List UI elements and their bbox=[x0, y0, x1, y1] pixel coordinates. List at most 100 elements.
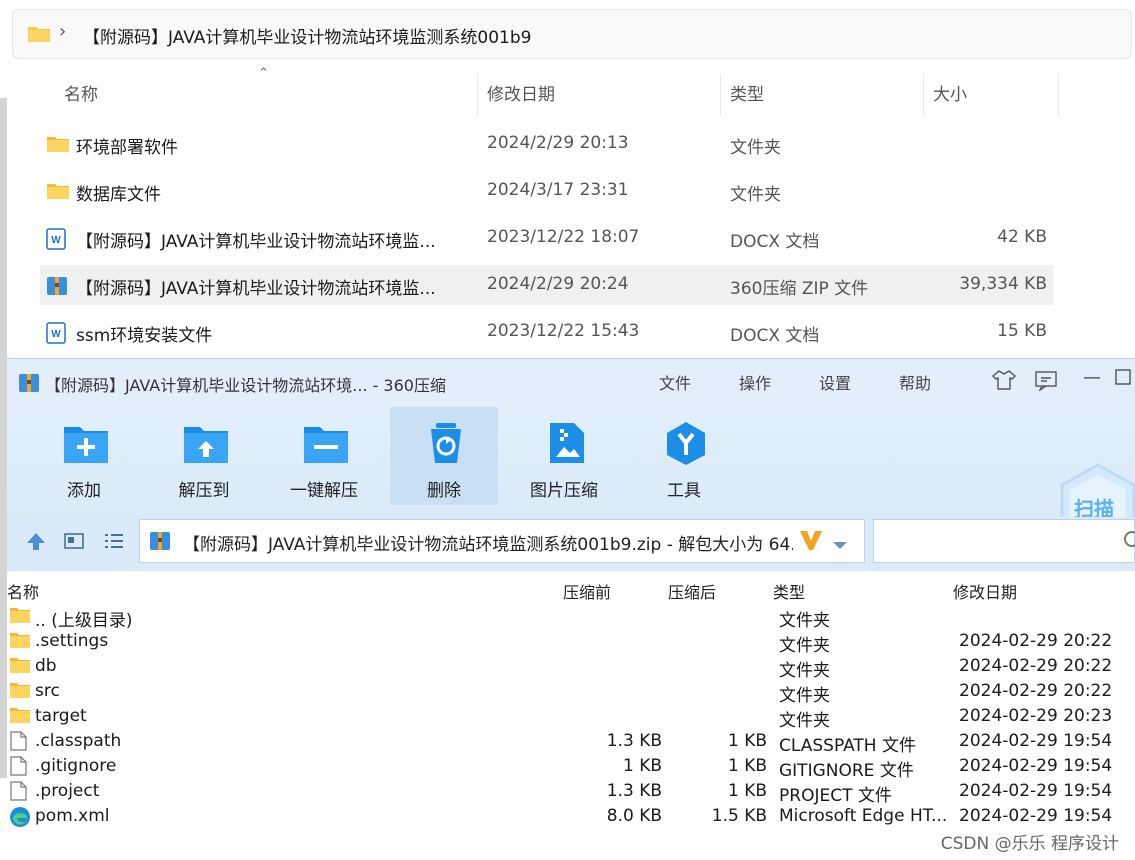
entry-date: 2024-02-29 20:22 bbox=[959, 681, 1113, 701]
delete-button[interactable]: 删除 bbox=[390, 407, 498, 505]
file-icon bbox=[9, 756, 27, 781]
entry-date: 2024-02-29 19:54 bbox=[959, 806, 1113, 826]
file-row[interactable]: W 【附源码】JAVA计算机毕业设计物流站环境监... 2023/12/22 1… bbox=[40, 218, 1053, 258]
folder-icon bbox=[27, 24, 51, 48]
archive-path-text: 【附源码】JAVA计算机毕业设计物流站环境监测系统001b9.zip - 解包大… bbox=[183, 535, 793, 555]
app-logo-icon bbox=[18, 372, 40, 398]
file-type: 文件夹 bbox=[730, 185, 781, 205]
skin-icon[interactable] bbox=[991, 369, 1017, 395]
archive-row[interactable]: db 文件夹 2024-02-29 20:22 bbox=[7, 655, 1135, 681]
file-size: 39,334 KB bbox=[959, 274, 1047, 294]
column-header-after[interactable]: 压缩后 bbox=[668, 579, 716, 603]
file-size: 42 KB bbox=[997, 227, 1047, 247]
entry-name: src bbox=[35, 681, 60, 701]
column-header-date[interactable]: 修改日期 bbox=[953, 579, 1017, 603]
file-icon bbox=[9, 731, 27, 756]
search-icon[interactable] bbox=[1120, 530, 1135, 556]
archive-row[interactable]: pom.xml 8.0 KB 1.5 KB Microsoft Edge HT... 2… bbox=[7, 805, 1135, 830]
thumbnail-view-icon[interactable] bbox=[63, 531, 85, 555]
entry-name: target bbox=[35, 706, 87, 726]
file-row[interactable]: 数据库文件 2024/3/17 23:31 文件夹 bbox=[40, 171, 1053, 211]
title-bar[interactable]: 【附源码】JAVA计算机毕业设计物流站环境... - 360压缩 文件 操作 设… bbox=[7, 359, 1135, 407]
list-view-icon[interactable] bbox=[103, 531, 125, 555]
file-icon bbox=[9, 781, 27, 806]
menu-operate[interactable]: 操作 bbox=[739, 370, 771, 394]
size-before: 8.0 KB bbox=[606, 806, 662, 826]
column-header-name[interactable]: 名称 bbox=[7, 579, 39, 603]
vip-icon[interactable] bbox=[798, 528, 824, 556]
archive-row[interactable]: .settings 文件夹 2024-02-29 20:22 bbox=[7, 630, 1135, 656]
folder-icon bbox=[9, 656, 31, 679]
address-path: 【附源码】JAVA计算机毕业设计物流站环境监测系统001b9 bbox=[83, 28, 532, 48]
file-row-selected[interactable]: 【附源码】JAVA计算机毕业设计物流站环境监... 2024/2/29 20:2… bbox=[40, 265, 1053, 305]
folder-icon bbox=[9, 631, 31, 654]
one-click-extract-button[interactable]: 一键解压 bbox=[270, 407, 378, 505]
zip-archive-window: 【附源码】JAVA计算机毕业设计物流站环境... - 360压缩 文件 操作 设… bbox=[7, 358, 1135, 860]
column-header-name[interactable]: 名称 bbox=[54, 74, 478, 116]
delete-icon bbox=[422, 421, 470, 469]
feedback-icon[interactable] bbox=[1034, 369, 1058, 395]
file-type: 文件夹 bbox=[730, 138, 781, 158]
docx-icon: W bbox=[46, 228, 66, 254]
entry-date: 2024-02-29 19:54 bbox=[959, 731, 1113, 751]
add-button[interactable]: 添加 bbox=[30, 407, 138, 505]
file-date: 2023/12/22 15:43 bbox=[487, 321, 640, 341]
archive-row[interactable]: target 文件夹 2024-02-29 20:23 bbox=[7, 705, 1135, 731]
window-title: 【附源码】JAVA计算机毕业设计物流站环境... - 360压缩 bbox=[45, 376, 446, 395]
menu-settings[interactable]: 设置 bbox=[819, 370, 851, 394]
column-header-before[interactable]: 压缩前 bbox=[563, 579, 611, 603]
extract-to-button[interactable]: 解压到 bbox=[150, 407, 258, 505]
archive-row[interactable]: .project 1.3 KB 1 KB PROJECT 文件 2024-02-29 1… bbox=[7, 780, 1135, 806]
file-name: ssm环境安装文件 bbox=[76, 326, 213, 346]
entry-date: 2024-02-29 19:54 bbox=[959, 756, 1113, 776]
search-input[interactable] bbox=[873, 519, 1135, 563]
file-date: 2024/3/17 23:31 bbox=[487, 180, 629, 200]
menu-file[interactable]: 文件 bbox=[659, 370, 691, 394]
archive-row[interactable]: src 文件夹 2024-02-29 20:22 bbox=[7, 680, 1135, 706]
size-before: 1.3 KB bbox=[606, 731, 662, 751]
up-arrow-icon[interactable] bbox=[25, 531, 47, 555]
tools-icon bbox=[662, 421, 710, 469]
address-bar[interactable]: › 【附源码】JAVA计算机毕业设计物流站环境监测系统001b9 bbox=[12, 9, 1132, 59]
image-compress-button[interactable]: 图片压缩 bbox=[510, 407, 618, 505]
entry-name: .gitignore bbox=[35, 756, 117, 776]
column-header-size[interactable]: 大小 bbox=[923, 74, 1059, 116]
archive-row[interactable]: .gitignore 1 KB 1 KB GITIGNORE 文件 2024-02-29… bbox=[7, 755, 1135, 781]
column-header-type[interactable]: 类型 bbox=[773, 579, 805, 603]
entry-type: 文件夹 bbox=[779, 686, 830, 706]
minimize-icon[interactable]: — bbox=[1083, 367, 1101, 388]
size-after: 1 KB bbox=[727, 731, 767, 751]
file-type: DOCX 文档 bbox=[730, 326, 820, 346]
file-row[interactable]: 环境部署软件 2024/2/29 20:13 文件夹 bbox=[40, 124, 1053, 164]
tools-label: 工具 bbox=[667, 481, 701, 501]
archive-path-field[interactable]: 【附源码】JAVA计算机毕业设计物流站环境监测系统001b9.zip - 解包大… bbox=[139, 519, 865, 563]
tools-button[interactable]: 工具 bbox=[630, 407, 738, 505]
file-row[interactable]: W ssm环境安装文件 2023/12/22 15:43 DOCX 文档 15 … bbox=[40, 312, 1053, 352]
folder-icon bbox=[9, 706, 31, 729]
folder-icon bbox=[46, 181, 70, 205]
menu-help[interactable]: 帮助 bbox=[899, 370, 931, 394]
archive-column-header: 名称 压缩前 压缩后 类型 修改日期 bbox=[7, 575, 1135, 603]
image-compress-label: 图片压缩 bbox=[530, 481, 598, 501]
archive-row[interactable]: .. (上级目录) 文件夹 bbox=[7, 605, 1135, 631]
file-date: 2024/2/29 20:24 bbox=[487, 274, 629, 294]
maximize-icon[interactable] bbox=[1115, 369, 1131, 389]
entry-date: 2024-02-29 20:23 bbox=[959, 706, 1113, 726]
file-name: 数据库文件 bbox=[76, 185, 161, 205]
entry-name: .project bbox=[35, 781, 100, 801]
svg-text:W: W bbox=[51, 329, 61, 340]
delete-label: 删除 bbox=[427, 481, 461, 501]
column-header-type[interactable]: 类型 bbox=[720, 74, 924, 116]
chevron-right-icon[interactable]: › bbox=[59, 21, 66, 42]
size-after: 1 KB bbox=[727, 781, 767, 801]
entry-type: PROJECT 文件 bbox=[779, 786, 892, 806]
entry-name: db bbox=[35, 656, 57, 676]
toolbar: 添加 解压到 一键解压 删除 图片压缩 工具 扫描 bbox=[7, 407, 1135, 551]
file-size: 15 KB bbox=[997, 321, 1047, 341]
chevron-down-icon[interactable] bbox=[832, 536, 848, 555]
archive-row[interactable]: .classpath 1.3 KB 1 KB CLASSPATH 文件 2024-02-… bbox=[7, 730, 1135, 756]
column-header-date[interactable]: 修改日期 bbox=[477, 74, 721, 116]
file-date: 2024/2/29 20:13 bbox=[487, 133, 629, 153]
file-type: 360压缩 ZIP 文件 bbox=[730, 279, 869, 299]
image-compress-icon bbox=[542, 421, 590, 469]
